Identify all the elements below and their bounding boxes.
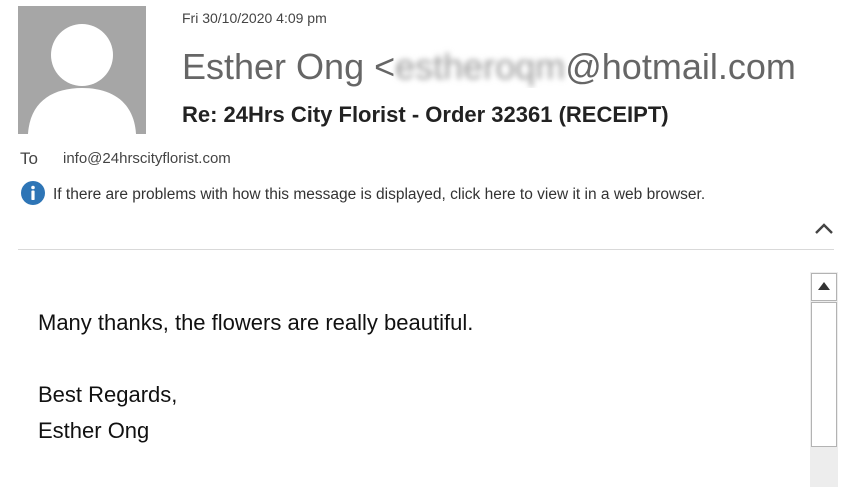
sender[interactable]: Esther Ong <estheroqm@hotmail.com (182, 46, 812, 88)
message-date: Fri 30/10/2020 4:09 pm (182, 10, 327, 26)
to-label: To (20, 149, 38, 168)
scroll-thumb[interactable] (811, 302, 837, 447)
body-line: Many thanks, the flowers are really beau… (38, 310, 474, 335)
avatar (18, 6, 146, 134)
scroll-up-arrow-icon[interactable] (811, 273, 837, 301)
message-subject: Re: 24Hrs City Florist - Order 32361 (RE… (182, 102, 669, 127)
header-divider (18, 249, 834, 250)
chevron-up-icon[interactable] (812, 219, 836, 237)
message-body[interactable]: Many thanks, the flowers are really beau… (38, 305, 473, 449)
sender-domain: @hotmail.com (565, 46, 796, 87)
to-address[interactable]: info@24hrscityflorist.com (63, 150, 231, 167)
vertical-scrollbar[interactable] (810, 272, 838, 487)
sender-email-obscured: estheroqm (395, 46, 566, 87)
info-bar-message[interactable]: If there are problems with how this mess… (53, 183, 793, 206)
person-placeholder-icon (18, 6, 146, 134)
body-line: Esther Ong (38, 418, 150, 443)
sender-name: Esther Ong (182, 46, 365, 87)
body-line: Best Regards, (38, 382, 178, 407)
sender-open-bracket: < (374, 46, 396, 87)
info-icon (21, 181, 45, 205)
